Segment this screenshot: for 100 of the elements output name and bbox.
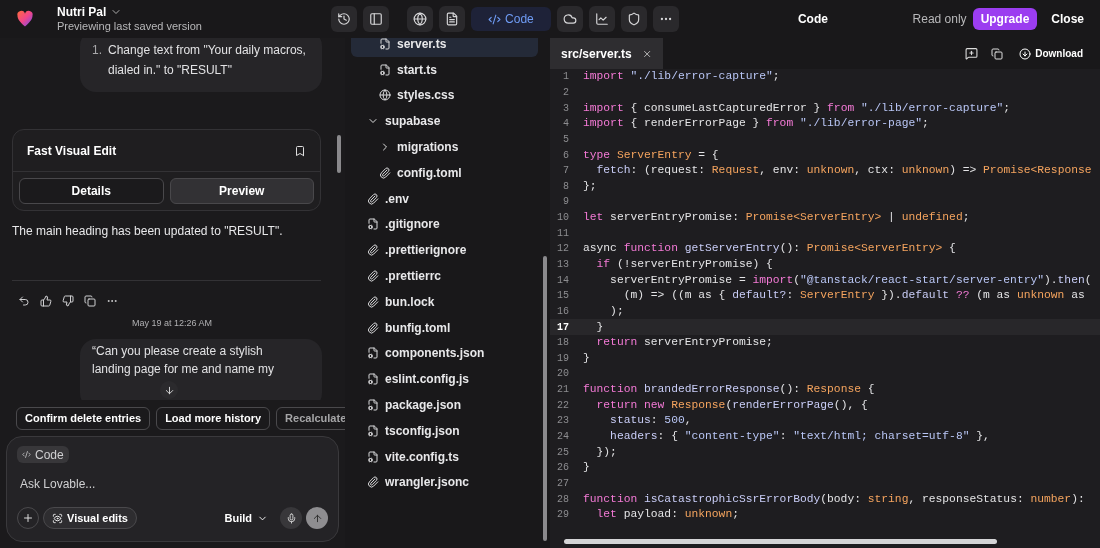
code-line: import "./lib/error-capture";: [583, 69, 780, 85]
code-line: }: [595, 319, 604, 335]
globe-icon: [379, 89, 391, 102]
scrollbar-thumb: [337, 135, 341, 173]
plus-icon: [22, 512, 34, 524]
line-number: 20: [556, 367, 570, 382]
file-icon: [379, 63, 391, 76]
line-number: 19: [556, 351, 570, 366]
line-number: 10: [556, 211, 570, 226]
line-number: 12: [556, 242, 570, 257]
file-tree-item[interactable]: components.json: [351, 340, 538, 367]
comment-add-icon[interactable]: [965, 47, 979, 60]
file-tree-item[interactable]: .gitignore: [351, 211, 538, 238]
line-number: 17: [556, 320, 570, 335]
user-message-text: “Can you please create a stylish landing page for me and name my: [92, 342, 276, 378]
file-tree-item[interactable]: migrations: [351, 134, 538, 160]
globe-icon[interactable]: [406, 6, 433, 32]
upgrade-button[interactable]: Upgrade: [972, 8, 1038, 30]
code-line: return new Response(renderErrorPage(), {: [595, 397, 868, 413]
file-tree-item[interactable]: start.ts: [351, 56, 538, 83]
card-tab[interactable]: Preview: [169, 178, 314, 204]
horizontal-scrollbar[interactable]: [564, 538, 997, 544]
code-line: let payload: unknown;: [595, 507, 739, 523]
thumbs-up-icon[interactable]: [40, 295, 52, 307]
file-tree-item[interactable]: supabase: [351, 108, 538, 135]
file-tree-item[interactable]: .prettierignore: [351, 237, 538, 264]
code-line: });: [595, 444, 617, 460]
line-number: 1: [562, 70, 570, 85]
paperclip-icon: [379, 166, 391, 179]
visual-edits-button[interactable]: Visual edits: [43, 507, 137, 529]
file-tree-item[interactable]: vite.config.ts: [351, 443, 538, 470]
file-tree-item[interactable]: config.toml: [351, 160, 538, 186]
timestamp: May 19 at 12:26 AM: [131, 317, 212, 330]
code-line: async function getServerEntry(): Promise<ServerEntry> {: [583, 241, 956, 257]
line-number: 7: [562, 164, 570, 179]
chart-icon[interactable]: [588, 6, 615, 32]
file-icon: [367, 424, 379, 437]
card-tab[interactable]: Details: [19, 178, 164, 204]
send-button[interactable]: [306, 507, 328, 529]
line-number: 27: [556, 476, 570, 491]
code-line: status: 500,: [609, 413, 692, 429]
list-number: 1.: [92, 42, 102, 59]
context-tag[interactable]: Code: [17, 446, 69, 463]
code-line: }: [583, 460, 590, 476]
code-line: import { consumeLastCapturedError } from "./lib/error-capture";: [583, 100, 1011, 116]
line-number: 26: [556, 461, 570, 476]
file-icon: [367, 373, 379, 386]
download-button[interactable]: Download: [1019, 46, 1083, 61]
line-number: 2: [562, 85, 570, 100]
line-number: 25: [556, 445, 570, 460]
undo-icon[interactable]: [18, 295, 30, 307]
file-icon: [367, 218, 379, 231]
cloud-icon[interactable]: [556, 6, 583, 32]
copy-icon[interactable]: [84, 295, 96, 307]
file-tree-item[interactable]: .prettierrc: [351, 263, 538, 289]
code-line: import { renderErrorPage } from "./lib/error-page";: [583, 116, 929, 132]
code-line: }: [583, 350, 590, 366]
file-tree-item[interactable]: .env: [351, 185, 538, 212]
line-number: 11: [556, 226, 570, 241]
line-number: 28: [556, 492, 570, 507]
code-icon: [22, 450, 31, 459]
line-number: 29: [556, 508, 570, 523]
page-title: Code: [797, 11, 828, 28]
sidebar-icon[interactable]: [362, 6, 389, 32]
paperclip-icon: [367, 270, 379, 283]
paperclip-icon: [367, 476, 379, 489]
scan-eye-icon: [52, 512, 63, 524]
file-tree-item[interactable]: bun.lock: [351, 288, 538, 315]
logo-icon[interactable]: [16, 10, 34, 28]
close-button[interactable]: Close: [1051, 10, 1084, 28]
mic-button[interactable]: [280, 507, 302, 529]
file-tree-item[interactable]: tsconfig.json: [351, 417, 538, 444]
line-number: 4: [562, 117, 570, 132]
history-icon[interactable]: [330, 6, 357, 32]
editor-tab[interactable]: src/server.ts: [550, 38, 663, 69]
copy-icon[interactable]: [991, 47, 1004, 60]
file-tree-item[interactable]: bunfig.toml: [351, 314, 538, 341]
file-tree-item[interactable]: styles.css: [351, 82, 538, 109]
mode-dropdown[interactable]: Build: [224, 509, 268, 527]
thumbs-down-icon[interactable]: [62, 295, 74, 307]
project-name[interactable]: Nutri Pal: [57, 4, 107, 20]
file-tree-item[interactable]: package.json: [351, 392, 538, 418]
edit-text: Change text from "Your daily macros, dialed in." to "RESULT": [108, 42, 307, 79]
suggestion-chip[interactable]: Load more history: [156, 406, 271, 430]
bookmark-icon[interactable]: [294, 144, 306, 157]
suggestion-chip[interactable]: Confirm delete entries: [16, 406, 151, 430]
code-line: );: [609, 303, 624, 319]
shield-icon[interactable]: [620, 6, 647, 32]
reply-text: The main heading has been updated to "RESULT".: [12, 223, 284, 240]
file-tree-item[interactable]: server.ts: [351, 38, 538, 57]
card-title: Fast Visual Edit: [27, 142, 117, 160]
file-tree-item[interactable]: eslint.config.js: [351, 366, 538, 393]
code-line: return serverEntryPromise;: [595, 335, 773, 351]
file-tree-item[interactable]: wrangler.jsonc: [351, 469, 538, 496]
message-input[interactable]: Ask Lovable...: [17, 475, 328, 493]
line-number: 9: [562, 195, 570, 210]
file-icon[interactable]: [438, 6, 465, 32]
code-tab[interactable]: Code: [470, 7, 551, 31]
paperclip-icon: [367, 192, 379, 205]
line-number: 5: [562, 132, 570, 147]
